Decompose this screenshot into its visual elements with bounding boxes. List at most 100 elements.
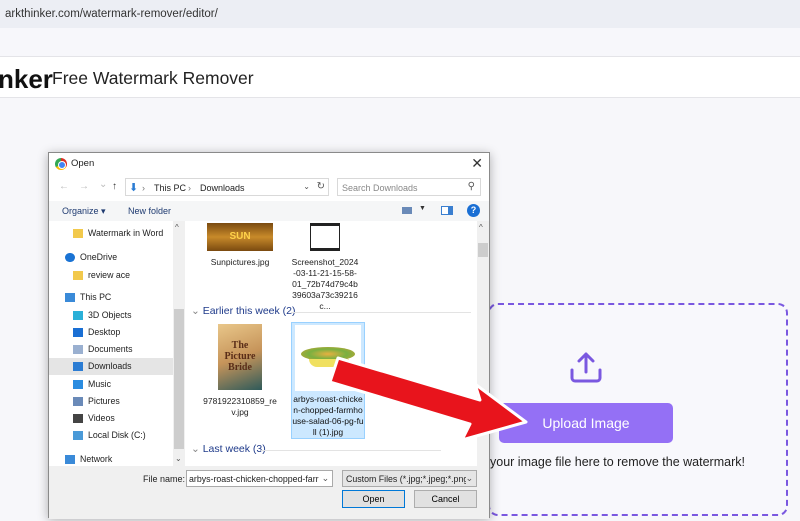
dialog-footer: File name: arbys-roast-chicken-chopped-f… — [49, 466, 489, 519]
sidebar-item[interactable]: Music — [49, 376, 173, 393]
file-item-selected[interactable]: arbys-roast-chicken-chopped-farmhouse-sa… — [291, 322, 365, 439]
sidebar-item-label: Pictures — [88, 396, 120, 406]
download-icon: ⬇ — [129, 182, 139, 194]
sidebar-item[interactable]: Watermark in Word — [49, 225, 173, 242]
search-input[interactable]: Search Downloads ⚲ — [337, 178, 481, 196]
sidebar-item-label: Desktop — [88, 327, 121, 337]
sidebar-item[interactable]: This PC — [49, 289, 173, 306]
sidebar-item[interactable]: Desktop — [49, 324, 173, 341]
file-thumbnail: SUN — [207, 223, 273, 251]
help-icon[interactable]: ? — [467, 204, 480, 217]
file-item[interactable]: Screenshot_2024-03-11-21-15-58-01_72b74d… — [291, 223, 359, 312]
group-header[interactable]: ⌄ Last week (3) — [191, 443, 441, 455]
breadcrumb-downloads[interactable]: Downloads — [200, 183, 245, 193]
change-view-icon[interactable] — [402, 207, 412, 214]
sidebar-item[interactable]: Pictures — [49, 393, 173, 410]
forward-icon[interactable]: → — [79, 181, 89, 192]
sidebar-item-label: Watermark in Word — [88, 228, 164, 238]
new-folder-button[interactable]: New folder — [128, 206, 171, 216]
site-logo[interactable]: nker — [0, 64, 53, 95]
navigation-pane: Watermark in Word OneDrive review ace This … — [49, 221, 185, 466]
open-button[interactable]: Open — [342, 490, 405, 508]
drop-instructions: your image file here to remove the water… — [490, 455, 745, 469]
search-icon: ⚲ — [467, 181, 475, 192]
group-header[interactable]: ⌄ Earlier this week (2) — [191, 305, 471, 317]
search-placeholder: Search Downloads — [342, 183, 418, 193]
cancel-button[interactable]: Cancel — [414, 490, 477, 508]
upload-image-button[interactable]: Upload Image — [499, 403, 673, 443]
sidebar-item[interactable]: Videos — [49, 410, 173, 427]
view-dropdown-icon[interactable]: ▼ — [419, 205, 426, 212]
sidebar-item-label: Local Disk (C:) — [88, 430, 146, 440]
sidebar-item-label: Documents — [88, 344, 133, 354]
sidebar-item-label: This PC — [80, 292, 112, 302]
preview-pane-icon[interactable] — [441, 206, 453, 215]
scroll-down-icon[interactable]: ⌄ — [175, 454, 182, 463]
file-thumbnail — [295, 325, 361, 391]
close-icon[interactable]: ✕ — [471, 155, 483, 172]
refresh-icon[interactable]: ↻ — [317, 181, 325, 192]
file-scrollbar[interactable]: ^ — [477, 221, 489, 466]
cloud-icon — [65, 253, 75, 262]
browser-band — [0, 28, 800, 56]
chrome-icon — [55, 158, 67, 170]
music-icon — [73, 380, 83, 389]
folder-icon — [73, 271, 83, 280]
scroll-thumb[interactable] — [478, 243, 488, 257]
url-text[interactable]: arkthinker.com/watermark-remover/editor/ — [5, 8, 218, 20]
network-icon — [65, 455, 75, 464]
desktop-icon — [73, 328, 83, 337]
file-name-input[interactable]: arbys-roast-chicken-chopped-farr ⌄ — [186, 470, 333, 487]
chevron-down-icon[interactable]: ⌄ — [465, 473, 473, 484]
sidebar-item-label: review ace — [88, 270, 131, 280]
chevron-down-icon[interactable]: ⌄ — [303, 182, 310, 191]
chevron-down-icon[interactable]: ⌄ — [322, 473, 329, 484]
sidebar-item[interactable]: Local Disk (C:) — [49, 427, 173, 444]
organize-button[interactable]: Organize ▾ — [62, 206, 106, 217]
recent-locations-icon[interactable]: ⌄ — [99, 179, 107, 190]
disk-icon — [73, 431, 83, 440]
up-icon[interactable]: ↑ — [112, 181, 117, 192]
scroll-thumb[interactable] — [174, 309, 184, 449]
file-name: 9781922310859_rev.jpg — [203, 396, 277, 417]
sidebar-item[interactable]: OneDrive — [49, 249, 173, 266]
file-thumbnail — [310, 223, 340, 251]
sidebar-item-label: Videos — [88, 413, 115, 423]
site-header: nker Free Watermark Remover — [0, 56, 800, 98]
sidebar-item-label: Music — [88, 379, 111, 389]
sidebar-item[interactable]: 3D Objects — [49, 307, 173, 324]
scroll-up-icon[interactable]: ^ — [175, 223, 179, 232]
file-name: Screenshot_2024-03-11-21-15-58-01_72b74d… — [291, 257, 359, 311]
back-icon[interactable]: ← — [59, 181, 69, 192]
sidebar-item-label: 3D Objects — [88, 310, 132, 320]
file-type-select[interactable]: Custom Files (*.jpg;*.jpeg;*.png ⌄ — [342, 470, 477, 487]
videos-icon — [73, 414, 83, 423]
file-name: Sunpictures.jpg — [210, 257, 270, 267]
download-icon — [73, 362, 83, 371]
scroll-up-icon[interactable]: ^ — [479, 223, 483, 232]
file-item[interactable]: The Picture Bride 9781922310859_rev.jpg — [201, 324, 279, 418]
file-name-label: File name: — [143, 474, 186, 484]
nav-scrollbar[interactable]: ^ ⌄ — [173, 221, 185, 466]
sidebar-item[interactable]: review ace — [49, 267, 173, 284]
address-bar[interactable]: arkthinker.com/watermark-remover/editor/ — [0, 0, 800, 28]
path-bar[interactable]: ⬇ › This PC › Downloads ⌄ ↻ — [125, 178, 329, 196]
file-list: SUN Sunpictures.jpg Screenshot_2024-03-1… — [185, 221, 477, 466]
upload-icon — [570, 352, 602, 383]
site-title: Free Watermark Remover — [52, 68, 254, 88]
open-file-dialog: Open ✕ ← → ⌄ ↑ ⬇ › This PC › Downloads ⌄… — [48, 152, 490, 519]
cube-icon — [73, 311, 83, 320]
sidebar-item[interactable]: Documents — [49, 341, 173, 358]
sidebar-item[interactable]: Downloads — [49, 358, 173, 375]
breadcrumb-this-pc[interactable]: This PC — [154, 183, 186, 193]
file-thumbnail: The Picture Bride — [218, 324, 262, 390]
dialog-title: Open — [71, 158, 95, 169]
document-icon — [73, 345, 83, 354]
file-name: arbys-roast-chicken-chopped-farmhouse-sa… — [292, 394, 364, 437]
sidebar-item-label: Downloads — [88, 361, 132, 371]
pictures-icon — [73, 397, 83, 406]
sidebar-item-label: OneDrive — [80, 252, 118, 262]
file-item[interactable]: SUN Sunpictures.jpg — [201, 223, 279, 268]
computer-icon — [65, 293, 75, 302]
dialog-titlebar[interactable]: Open ✕ — [49, 153, 489, 175]
